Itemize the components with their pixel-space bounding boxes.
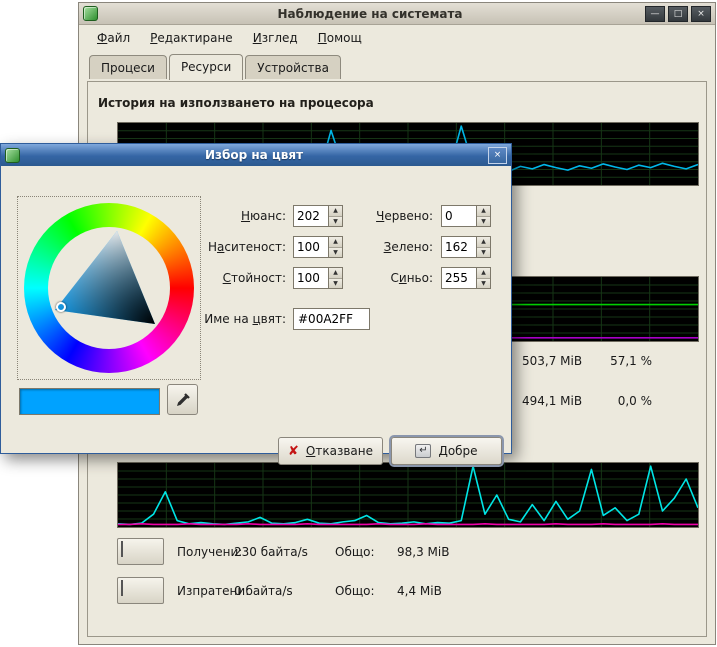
blue-label: Синьо: <box>351 267 433 290</box>
menu-file[interactable]: Файл <box>87 27 140 49</box>
swap-amount: 494,1 MiB <box>522 394 582 408</box>
received-total-label: Общо: <box>335 545 397 559</box>
green-input[interactable] <box>442 237 476 257</box>
received-color-swatch <box>121 541 123 557</box>
value-spin-buttons: ▲▼ <box>328 268 342 288</box>
green-down-icon[interactable]: ▼ <box>477 248 490 258</box>
sent-total: 4,4 MiB <box>397 584 442 598</box>
cancel-button[interactable]: ✘ Отказване <box>278 437 383 465</box>
eyedropper-icon <box>175 392 191 408</box>
value-down-icon[interactable]: ▼ <box>329 279 342 289</box>
menubar: Файл Редактиране Изглед Помощ <box>79 25 715 51</box>
hue-spin-buttons: ▲▼ <box>328 206 342 226</box>
color-preview-swatch <box>19 388 160 415</box>
red-down-icon[interactable]: ▼ <box>477 217 490 227</box>
blue-input[interactable] <box>442 268 476 288</box>
hue-label: Нюанс: <box>204 205 286 228</box>
received-color-button[interactable] <box>117 538 164 565</box>
cancel-icon: ✘ <box>288 444 299 459</box>
window-title: Наблюдение на системата <box>98 7 642 21</box>
red-spinbox[interactable]: ▲▼ <box>441 205 491 227</box>
green-label: Зелено: <box>351 236 433 259</box>
ok-icon: ↵ <box>415 444 431 458</box>
sent-rate: 0 байта/s <box>234 584 335 598</box>
network-sent-row: Изпратени: 0 байта/s Общо: 4,4 MiB <box>117 577 442 604</box>
dialog-icon <box>5 148 20 163</box>
blue-down-icon[interactable]: ▼ <box>477 279 490 289</box>
saturation-input[interactable] <box>294 237 328 257</box>
saturation-spin-buttons: ▲▼ <box>328 237 342 257</box>
received-total: 98,3 MiB <box>397 545 449 559</box>
value-up-icon[interactable]: ▲ <box>329 268 342 279</box>
tab-processes[interactable]: Процеси <box>89 55 167 79</box>
saturation-down-icon[interactable]: ▼ <box>329 248 342 258</box>
ok-button[interactable]: ↵ Добре <box>391 437 502 465</box>
received-rate: 230 байта/s <box>234 545 335 559</box>
saturation-up-icon[interactable]: ▲ <box>329 237 342 248</box>
blue-up-icon[interactable]: ▲ <box>477 268 490 279</box>
green-up-icon[interactable]: ▲ <box>477 237 490 248</box>
menu-edit[interactable]: Редактиране <box>140 27 243 49</box>
red-up-icon[interactable]: ▲ <box>477 206 490 217</box>
hue-down-icon[interactable]: ▼ <box>329 217 342 227</box>
dialog-body: Нюанс: ▲▼ Наситеност: ▲▼ Стойност: ▲▼ Че… <box>1 166 511 455</box>
ok-button-label: Добре <box>438 444 477 458</box>
sent-total-label: Общо: <box>335 584 397 598</box>
hue-input[interactable] <box>294 206 328 226</box>
maximize-button[interactable]: □ <box>668 6 688 22</box>
color-name-input[interactable] <box>293 308 370 330</box>
minimize-button[interactable]: — <box>645 6 665 22</box>
tab-strip: Процеси Ресурси Устройства <box>79 51 715 79</box>
hue-spinbox[interactable]: ▲▼ <box>293 205 343 227</box>
green-spin-buttons: ▲▼ <box>476 237 490 257</box>
network-received-row: Получени: 230 байта/s Общо: 98,3 MiB <box>117 538 449 565</box>
blue-spinbox[interactable]: ▲▼ <box>441 267 491 289</box>
color-name-label: Име на цвят: <box>166 308 286 331</box>
red-spin-buttons: ▲▼ <box>476 206 490 226</box>
blue-spin-buttons: ▲▼ <box>476 268 490 288</box>
received-label: Получени: <box>177 545 234 559</box>
menu-view[interactable]: Изглед <box>243 27 308 49</box>
color-selector-ring[interactable] <box>56 302 66 312</box>
tab-resources[interactable]: Ресурси <box>169 54 243 80</box>
tab-devices[interactable]: Устройства <box>245 55 341 79</box>
red-input[interactable] <box>442 206 476 226</box>
close-button[interactable]: × <box>691 6 711 22</box>
value-spinbox[interactable]: ▲▼ <box>293 267 343 289</box>
eyedropper-button[interactable] <box>167 384 198 415</box>
green-spinbox[interactable]: ▲▼ <box>441 236 491 258</box>
red-label: Червено: <box>351 205 433 228</box>
menu-help[interactable]: Помощ <box>308 27 372 49</box>
color-wheel[interactable] <box>24 203 194 373</box>
cpu-history-heading: История на използването на процесора <box>98 96 374 110</box>
swap-percent: 0,0 % <box>588 394 652 408</box>
color-picker-dialog: Избор на цвят × Нюанс: ▲▼ Наситеност: <box>0 143 512 454</box>
app-icon <box>83 6 98 21</box>
hue-up-icon[interactable]: ▲ <box>329 206 342 217</box>
sent-label: Изпратени: <box>177 584 234 598</box>
saturation-label: Наситеност: <box>204 236 286 259</box>
sent-color-swatch <box>121 580 123 596</box>
value-input[interactable] <box>294 268 328 288</box>
value-label: Стойност: <box>204 267 286 290</box>
dialog-close-button[interactable]: × <box>488 147 507 164</box>
network-history-chart <box>117 462 699 528</box>
dialog-titlebar[interactable]: Избор на цвят × <box>1 144 511 166</box>
memory-amount: 503,7 MiB <box>522 354 582 368</box>
dialog-title: Избор на цвят <box>20 148 488 162</box>
memory-percent: 57,1 % <box>588 354 652 368</box>
cancel-button-label: Отказване <box>306 444 373 458</box>
sent-color-button[interactable] <box>117 577 164 604</box>
main-titlebar[interactable]: Наблюдение на системата — □ × <box>79 3 715 25</box>
color-wheel-frame <box>17 196 201 380</box>
saturation-spinbox[interactable]: ▲▼ <box>293 236 343 258</box>
